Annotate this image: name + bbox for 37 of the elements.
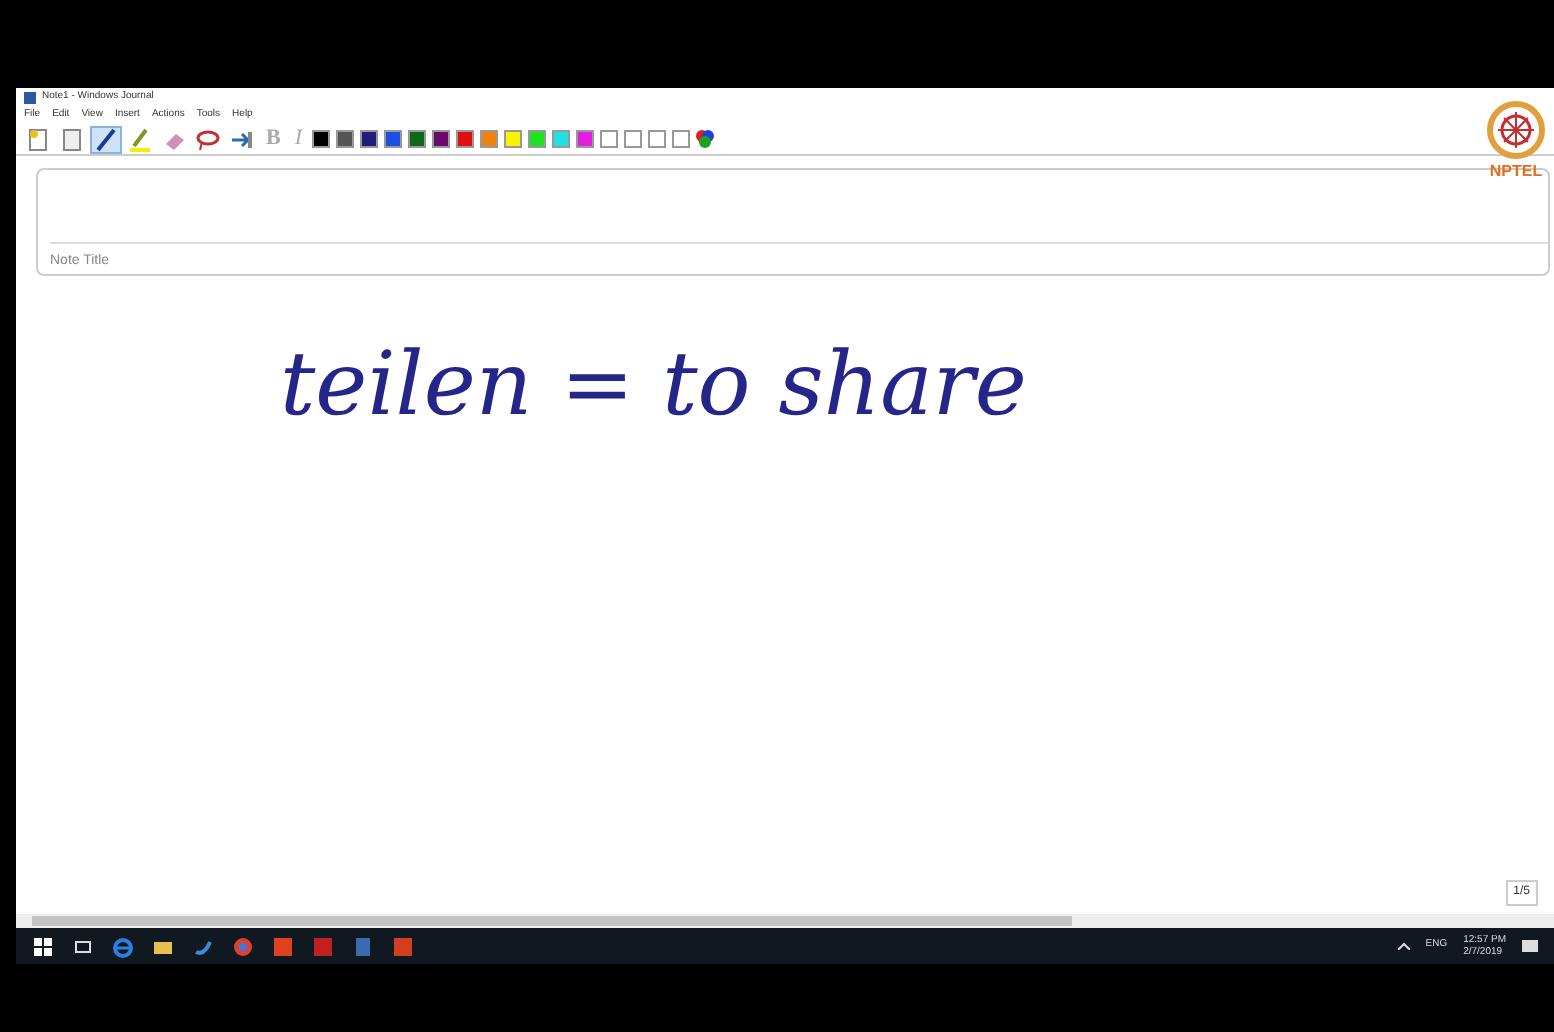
task-view-icon[interactable]	[72, 935, 94, 957]
color-swatch[interactable]	[528, 130, 547, 148]
color-swatch[interactable]	[552, 130, 571, 148]
color-swatch[interactable]	[336, 130, 355, 148]
color-swatch[interactable]	[648, 130, 667, 148]
app-icon[interactable]	[312, 935, 334, 957]
color-swatch[interactable]	[312, 130, 331, 148]
pen-tool[interactable]	[92, 127, 120, 151]
color-swatch[interactable]	[672, 130, 691, 148]
scroll-thumb[interactable]	[32, 916, 1072, 926]
slides-icon[interactable]	[392, 935, 414, 957]
color-swatch[interactable]	[480, 130, 499, 148]
highlighter-tool[interactable]	[126, 127, 154, 151]
lasso-tool[interactable]	[194, 127, 222, 151]
palette-icon[interactable]	[696, 130, 715, 148]
color-swatch[interactable]	[384, 130, 403, 148]
wheel-logo-icon	[1486, 100, 1546, 160]
document-tool[interactable]	[24, 127, 52, 151]
document-tool[interactable]	[58, 127, 86, 151]
color-swatch[interactable]	[456, 130, 475, 148]
color-swatch[interactable]	[408, 130, 427, 148]
notification-icon[interactable]	[1522, 939, 1538, 953]
color-swatch[interactable]	[504, 130, 523, 148]
handwritten-ink: teilen = to share	[280, 332, 1027, 440]
app-icon[interactable]	[272, 935, 294, 957]
windows-icon[interactable]	[32, 935, 54, 957]
chevron-icon[interactable]	[1397, 942, 1410, 950]
color-swatch[interactable]	[576, 130, 595, 148]
color-swatch[interactable]	[432, 130, 451, 148]
app-icon	[24, 92, 36, 104]
color-swatch[interactable]	[624, 130, 643, 148]
insert-space-tool[interactable]	[228, 127, 256, 151]
color-swatch[interactable]	[360, 130, 379, 148]
browser-icon[interactable]	[112, 935, 134, 957]
journal-icon[interactable]	[352, 935, 374, 957]
color-swatch[interactable]	[600, 130, 619, 148]
media-icon[interactable]	[192, 935, 214, 957]
